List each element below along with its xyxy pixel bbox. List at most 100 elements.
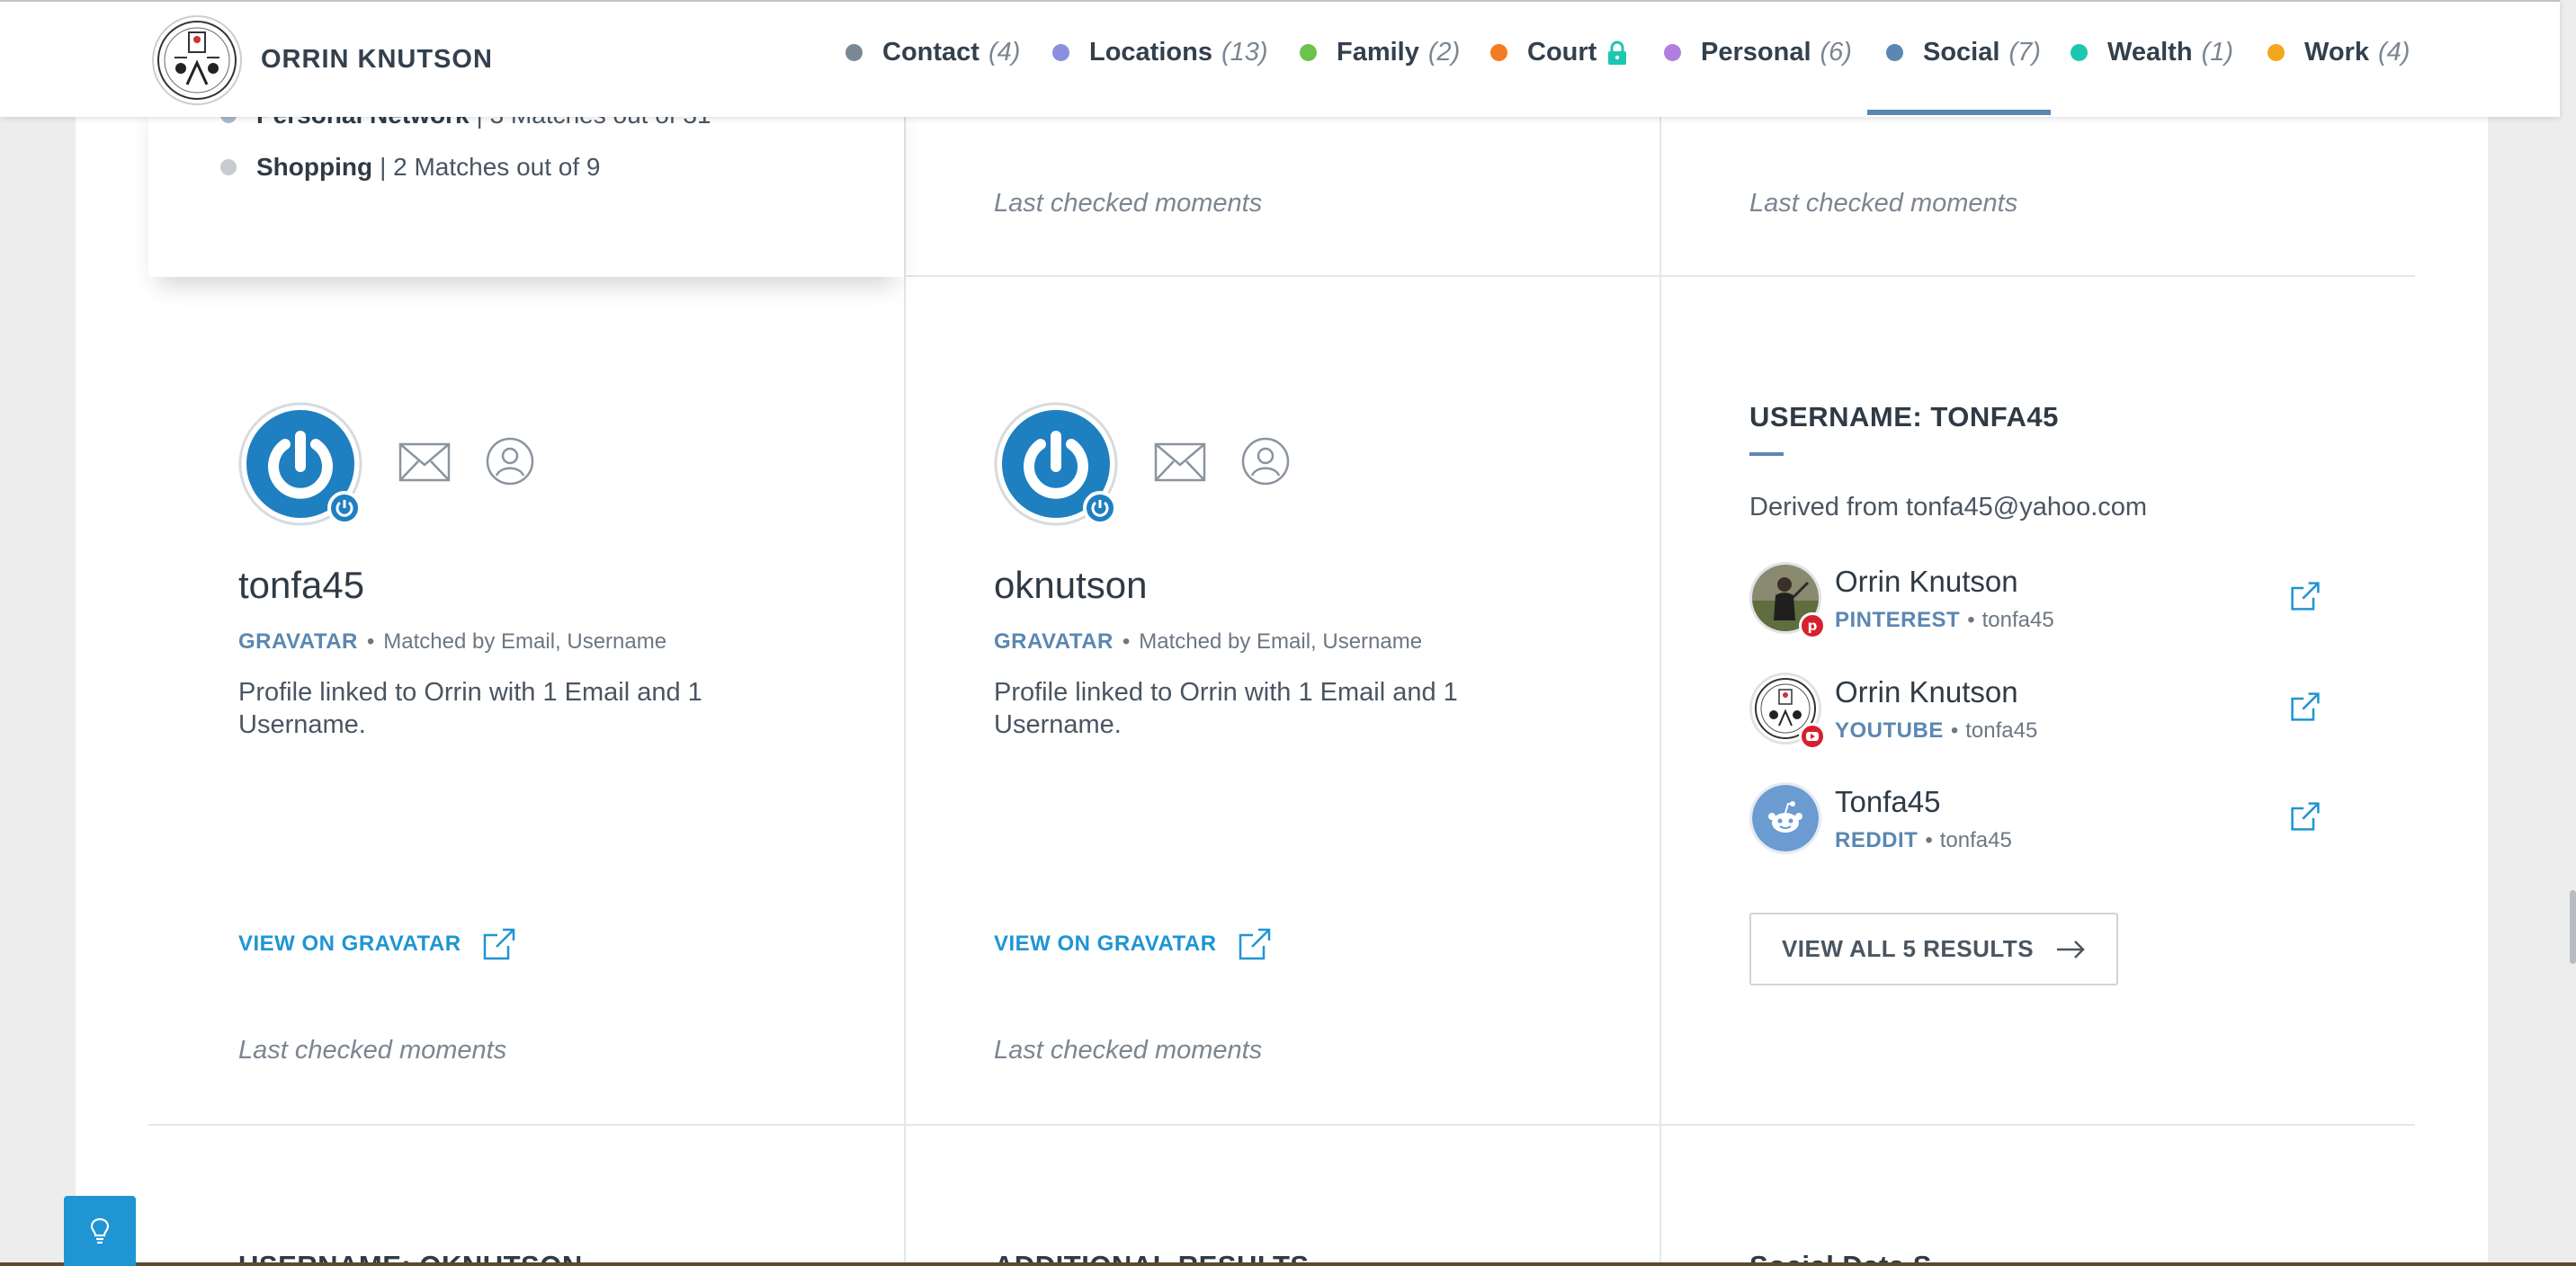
column-divider xyxy=(1659,117,1661,1266)
category-dot-icon xyxy=(2071,44,2088,61)
gravatar-avatar-icon[interactable] xyxy=(994,402,1118,526)
help-button[interactable] xyxy=(64,1196,136,1266)
result-handle: tonfa45 xyxy=(1981,608,2054,632)
view-all-label: VIEW ALL 5 RESULTS xyxy=(1781,935,2035,962)
tab-count: (7) xyxy=(2008,38,2041,67)
background-strip xyxy=(0,1262,2576,1266)
view-link-label: VIEW ON GRAVATAR xyxy=(994,932,1217,956)
separator-dot: • xyxy=(1925,828,1933,852)
tab-social[interactable]: Social (7) xyxy=(1886,38,2041,67)
profile-username: tonfa45 xyxy=(238,564,365,606)
profile-source: GRAVATAR xyxy=(238,629,358,654)
category-dot-icon xyxy=(1490,44,1507,61)
view-on-gravatar-link[interactable]: VIEW ON GRAVATAR xyxy=(994,926,1273,962)
username-card-title: USERNAME: TONFA45 xyxy=(1749,401,2059,432)
profile-meta: GRAVATAR • Matched by Email, Username xyxy=(994,629,1422,655)
profile-username: oknutson xyxy=(994,564,1148,606)
person-name-title: ORRIN KNUTSON xyxy=(261,45,493,74)
email-icon xyxy=(1154,442,1206,482)
row-divider xyxy=(904,275,2415,277)
category-dot-icon xyxy=(1886,44,1903,61)
separator-dot: • xyxy=(366,629,375,654)
youtube-badge-icon xyxy=(1799,723,1826,750)
active-tab-indicator xyxy=(1867,110,2051,115)
tab-personal[interactable]: Personal (6) xyxy=(1664,38,1852,67)
summary-item-label: Shopping xyxy=(256,153,373,181)
username-derived-text: Derived from tonfa45@yahoo.com xyxy=(1749,493,2148,522)
external-link-icon xyxy=(1239,928,1270,960)
column-divider xyxy=(904,117,906,1266)
profile-matched: Matched by Email, Username xyxy=(1139,629,1423,654)
tab-label: Locations xyxy=(1089,38,1212,67)
result-avatar-reddit xyxy=(1749,782,1821,854)
email-icon xyxy=(398,442,451,482)
external-link-icon[interactable] xyxy=(2289,580,2321,612)
last-checked-text: Last checked moments xyxy=(994,189,1263,218)
tab-contact[interactable]: Contact (4) xyxy=(845,38,1020,67)
view-link-label: VIEW ON GRAVATAR xyxy=(238,932,461,956)
tab-label: Court xyxy=(1527,38,1597,67)
profile-description: Profile linked to Orrin with 1 Email and… xyxy=(994,678,1458,739)
tab-count: (4) xyxy=(988,38,1021,67)
profile-card-oknutson: oknutson GRAVATAR • Matched by Email, User… xyxy=(994,402,1641,1103)
separator-dot: • xyxy=(1122,629,1131,654)
tab-label: Work xyxy=(2304,38,2369,67)
external-link-icon[interactable] xyxy=(2289,691,2321,723)
tab-count: (4) xyxy=(2377,38,2411,67)
category-dot-icon xyxy=(2267,44,2285,61)
family-emblem-logo[interactable] xyxy=(151,14,243,106)
result-name: Orrin Knutson xyxy=(1835,565,2018,598)
lock-icon xyxy=(1608,40,1627,65)
scrollbar-thumb[interactable] xyxy=(2570,890,2576,964)
reddit-icon xyxy=(1752,785,1819,851)
tab-wealth[interactable]: Wealth (1) xyxy=(2071,38,2233,67)
category-dot-icon xyxy=(1052,44,1069,61)
profile-card-tonfa45: tonfa45 GRAVATAR • Matched by Email, Usern… xyxy=(238,402,886,1103)
tab-locations[interactable]: Locations (13) xyxy=(1052,38,1268,67)
svg-text:p: p xyxy=(1808,618,1818,634)
tab-work[interactable]: Work (4) xyxy=(2267,38,2410,67)
last-checked-text: Last checked moments xyxy=(238,1036,507,1065)
tab-label: Contact xyxy=(882,38,979,67)
username-card: USERNAME: TONFA45 Derived from tonfa45@y… xyxy=(1749,396,2361,1025)
result-name: Tonfa45 xyxy=(1835,785,1941,818)
username-icon xyxy=(1241,437,1290,486)
title-underline xyxy=(1749,452,1784,456)
category-dot-icon xyxy=(1300,44,1317,61)
top-navigation-bar: ORRIN KNUTSON Contact (4) Locations (13)… xyxy=(0,0,2560,117)
result-meta: YOUTUBE • tonfa45 xyxy=(1835,718,2037,744)
profile-source: GRAVATAR xyxy=(994,629,1114,654)
tab-label: Personal xyxy=(1701,38,1811,67)
external-link-icon xyxy=(483,928,514,960)
view-all-results-button[interactable]: VIEW ALL 5 RESULTS xyxy=(1749,913,2118,985)
tab-count: (2) xyxy=(1427,38,1461,67)
result-name: Orrin Knutson xyxy=(1835,675,2018,709)
profile-description: Profile linked to Orrin with 1 Email and… xyxy=(238,678,702,739)
tab-family[interactable]: Family (2) xyxy=(1300,38,1460,67)
row-divider xyxy=(148,1124,2415,1126)
view-on-gravatar-link[interactable]: VIEW ON GRAVATAR xyxy=(238,926,517,962)
result-row-pinterest[interactable]: p Orrin Knutson PINTEREST • tonfa45 xyxy=(1749,562,2325,643)
gravatar-avatar-icon[interactable] xyxy=(238,402,362,526)
profile-meta: GRAVATAR • Matched by Email, Username xyxy=(238,629,666,655)
external-link-icon[interactable] xyxy=(2289,800,2321,833)
lightbulb-icon xyxy=(90,1217,110,1244)
category-dot-icon xyxy=(1664,44,1681,61)
username-icon xyxy=(486,437,534,486)
result-handle: tonfa45 xyxy=(1939,828,2012,852)
tab-count: (13) xyxy=(1221,38,1268,67)
tab-court[interactable]: Court xyxy=(1490,38,1627,67)
last-checked-text: Last checked moments xyxy=(1749,189,2018,218)
result-source: PINTEREST xyxy=(1835,608,1961,632)
result-row-reddit[interactable]: Tonfa45 REDDIT • tonfa45 xyxy=(1749,782,2325,863)
arrow-right-icon xyxy=(2057,940,2085,958)
profile-matched: Matched by Email, Username xyxy=(383,629,667,654)
separator-dot: • xyxy=(1967,608,1975,632)
result-row-youtube[interactable]: Orrin Knutson YOUTUBE • tonfa45 xyxy=(1749,673,2325,753)
tab-count: (6) xyxy=(1820,38,1852,67)
last-checked-text: Last checked moments xyxy=(994,1036,1263,1065)
result-meta: REDDIT • tonfa45 xyxy=(1835,828,2012,853)
pinterest-badge-icon: p xyxy=(1799,612,1826,639)
tab-label: Wealth xyxy=(2107,38,2193,67)
result-source: YOUTUBE xyxy=(1835,718,1944,743)
